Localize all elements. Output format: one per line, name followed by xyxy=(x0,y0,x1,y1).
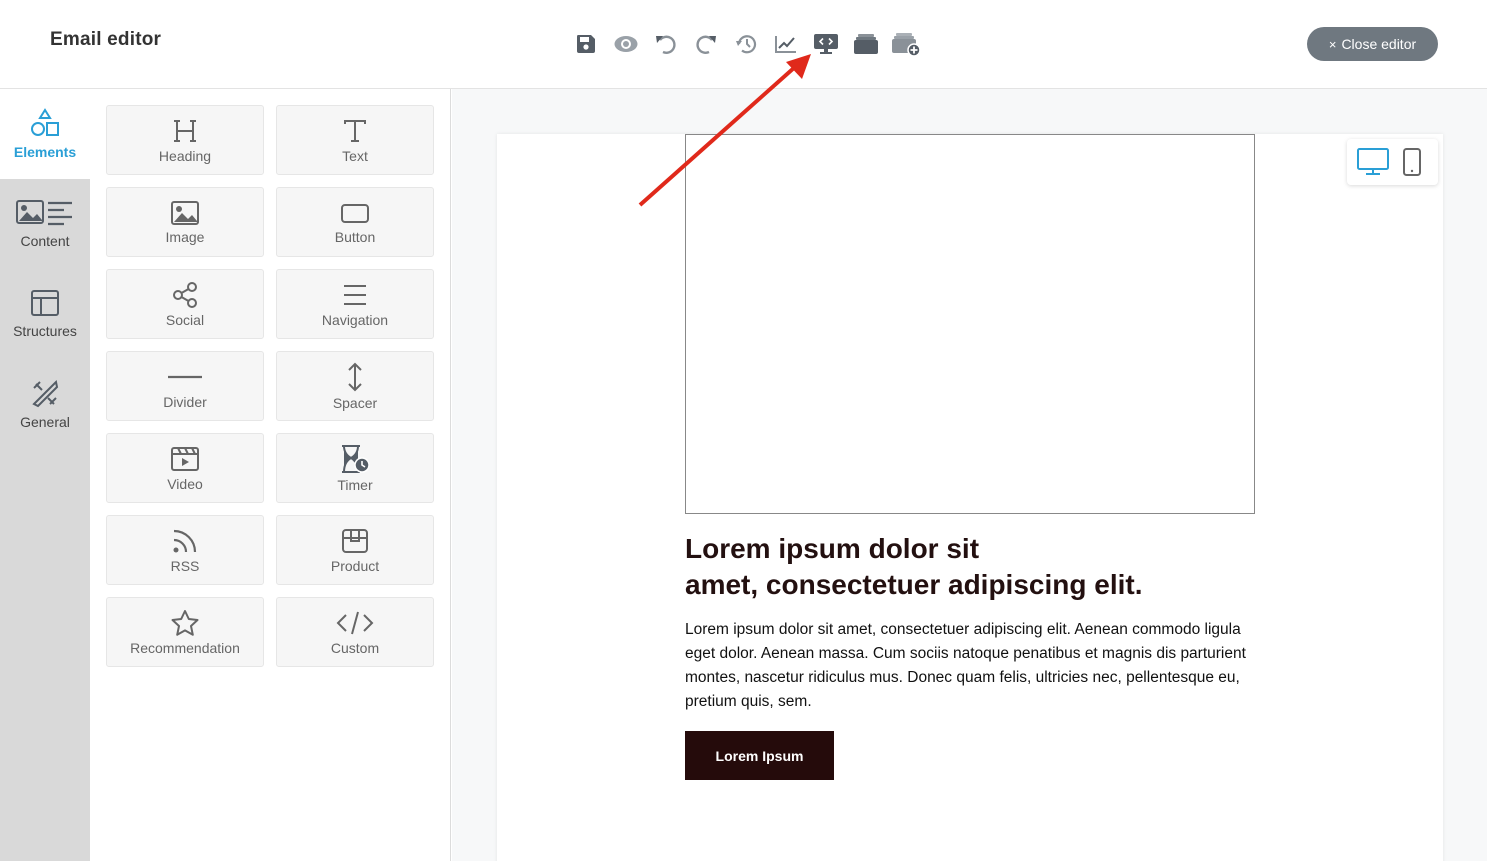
tile-label: RSS xyxy=(170,557,200,574)
tile-product[interactable]: Product xyxy=(276,515,434,585)
save-icon xyxy=(577,35,595,53)
tile-custom[interactable]: Custom xyxy=(276,597,434,667)
tile-label: Social xyxy=(165,311,205,328)
shapes-icon xyxy=(31,108,59,136)
code-icon xyxy=(336,611,374,634)
stats-icon xyxy=(775,36,796,53)
video-icon xyxy=(171,446,199,471)
tile-label: Divider xyxy=(163,393,207,410)
button-icon xyxy=(341,203,369,223)
email-cta-button[interactable]: Lorem Ipsum xyxy=(685,731,834,780)
app-title: Email editor xyxy=(50,29,162,50)
spacer-icon xyxy=(348,362,362,391)
tools-icon xyxy=(32,379,59,408)
close-editor-button[interactable]: × Close editor xyxy=(1307,27,1438,61)
tile-text[interactable]: Text xyxy=(276,105,434,175)
add-template-icon xyxy=(892,33,921,57)
elements-palette: Heading Text Image Button Social Navigat… xyxy=(90,89,451,861)
tile-label: Heading xyxy=(158,147,212,164)
redo-button[interactable] xyxy=(686,26,726,62)
mobile-view-button[interactable] xyxy=(1393,144,1431,180)
tile-divider[interactable]: Divider xyxy=(106,351,264,421)
content-icon xyxy=(16,200,72,226)
editor-canvas: Lorem ipsum dolor sit amet, consectetuer… xyxy=(452,89,1487,861)
share-icon xyxy=(173,281,197,308)
tile-label: Button xyxy=(334,228,376,245)
rail-item-content[interactable]: Content xyxy=(0,179,90,269)
code-view-icon xyxy=(814,34,838,54)
menu-icon xyxy=(344,284,366,305)
add-template-button[interactable] xyxy=(886,26,926,62)
close-icon: × xyxy=(1328,36,1337,52)
tile-spacer[interactable]: Spacer xyxy=(276,351,434,421)
undo-icon xyxy=(656,35,676,54)
editor-toolbar xyxy=(566,26,926,62)
desktop-icon xyxy=(1356,148,1389,175)
template-icon xyxy=(854,34,878,54)
rail-item-label: Content xyxy=(20,233,70,249)
close-editor-label: Close editor xyxy=(1341,36,1417,52)
rail-item-label: General xyxy=(20,414,70,430)
divider-icon xyxy=(168,375,202,378)
tile-video[interactable]: Video xyxy=(106,433,264,503)
tile-label: Timer xyxy=(337,476,373,493)
tile-heading[interactable]: Heading xyxy=(106,105,264,175)
history-icon xyxy=(736,35,757,54)
rail-item-label: Elements xyxy=(13,144,77,160)
tile-label: Video xyxy=(167,475,203,492)
history-button[interactable] xyxy=(726,26,766,62)
image-placeholder[interactable] xyxy=(685,134,1255,514)
tile-image[interactable]: Image xyxy=(106,187,264,257)
editor-header: Email editor × Close editor xyxy=(0,0,1487,89)
tile-label: Spacer xyxy=(332,394,378,411)
stats-button[interactable] xyxy=(766,26,806,62)
tile-rss[interactable]: RSS xyxy=(106,515,264,585)
tile-social[interactable]: Social xyxy=(106,269,264,339)
sidebar-rail: Elements Content Structures General xyxy=(0,89,90,861)
tile-label: Image xyxy=(165,228,205,245)
tile-label: Text xyxy=(342,147,368,164)
device-toggle xyxy=(1347,139,1438,185)
tile-label: Product xyxy=(330,557,380,574)
mobile-icon xyxy=(1403,148,1422,176)
product-icon xyxy=(342,528,368,553)
tile-label: Recommendation xyxy=(130,639,240,656)
email-heading[interactable]: Lorem ipsum dolor sit amet, consectetuer… xyxy=(685,531,1255,603)
email-heading-line: Lorem ipsum dolor sit xyxy=(685,533,980,564)
undo-button[interactable] xyxy=(646,26,686,62)
heading-icon xyxy=(174,119,196,142)
star-icon xyxy=(171,609,199,636)
text-icon xyxy=(344,119,366,142)
save-button[interactable] xyxy=(566,26,606,62)
tile-label: Navigation xyxy=(321,311,389,328)
rail-item-general[interactable]: General xyxy=(0,359,90,449)
email-body-text[interactable]: Lorem ipsum dolor sit amet, consectetuer… xyxy=(685,618,1255,714)
desktop-view-button[interactable] xyxy=(1354,144,1392,180)
preview-icon xyxy=(614,36,638,52)
tile-button[interactable]: Button xyxy=(276,187,434,257)
layout-icon xyxy=(31,290,59,316)
code-view-button[interactable] xyxy=(806,26,846,62)
image-icon xyxy=(171,200,199,225)
tile-recommendation[interactable]: Recommendation xyxy=(106,597,264,667)
rail-item-structures[interactable]: Structures xyxy=(0,269,90,359)
rss-icon xyxy=(173,529,197,552)
rail-item-label: Structures xyxy=(13,323,77,339)
email-heading-line: amet, consectetuer adipiscing elit. xyxy=(685,569,1143,600)
tile-timer[interactable]: Timer xyxy=(276,433,434,503)
email-preview: Lorem ipsum dolor sit amet, consectetuer… xyxy=(497,134,1443,861)
rail-item-elements[interactable]: Elements xyxy=(0,89,90,179)
preview-button[interactable] xyxy=(606,26,646,62)
redo-icon xyxy=(696,35,716,54)
template-button[interactable] xyxy=(846,26,886,62)
tile-navigation[interactable]: Navigation xyxy=(276,269,434,339)
tile-label: Custom xyxy=(330,639,380,656)
timer-icon xyxy=(342,444,370,473)
